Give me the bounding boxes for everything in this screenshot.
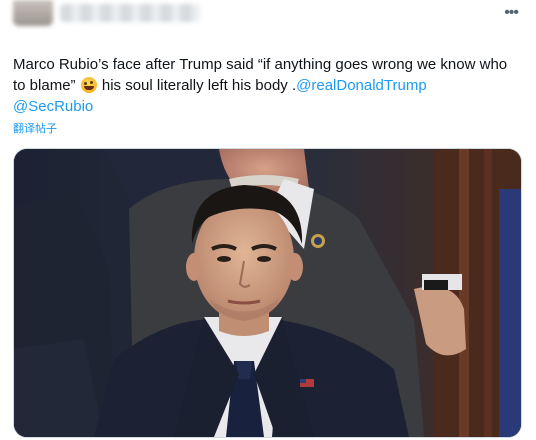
photo-illustration xyxy=(14,149,521,437)
more-options-icon[interactable]: ••• xyxy=(504,4,519,22)
tweet-media-photo[interactable] xyxy=(13,148,522,438)
avatar[interactable] xyxy=(13,0,53,26)
mention-realdonaldtrump[interactable]: @realDonaldTrump xyxy=(296,77,427,94)
mention-secrubio[interactable]: @SecRubio xyxy=(13,98,93,115)
tweet-text: Marco Rubio’s face after Trump said “if … xyxy=(13,54,518,117)
tweet-text-part2: his soul literally left his body . xyxy=(97,77,297,94)
author-name-redacted[interactable] xyxy=(60,4,200,22)
translate-post-link[interactable]: 翻译帖子 xyxy=(13,120,57,136)
rolling-on-floor-laughing-emoji-icon xyxy=(80,77,97,93)
